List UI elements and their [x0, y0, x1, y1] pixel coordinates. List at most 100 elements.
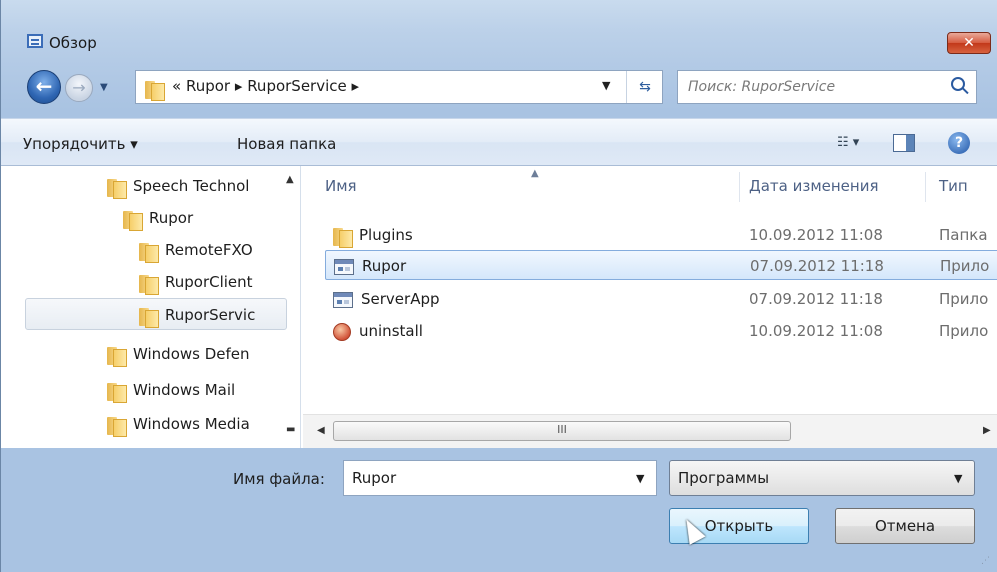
horizontal-scrollbar[interactable]: ◀ III ▶	[303, 414, 997, 448]
scroll-left-icon[interactable]: ◀	[317, 425, 325, 436]
navigation-pane: Speech Technol Rupor RemoteFXO RuporClie…	[1, 166, 301, 448]
column-divider[interactable]	[925, 172, 926, 202]
scroll-up-icon[interactable]: ▲	[286, 174, 294, 185]
folder-icon	[123, 209, 143, 231]
file-type-filter[interactable]: Программы ▼	[669, 460, 975, 496]
tree-item-remotefxo[interactable]: RemoteFXO	[139, 234, 253, 266]
tree-item-label: RemoteFXO	[165, 241, 253, 259]
tree-item-speech-technol[interactable]: Speech Technol	[107, 170, 249, 202]
tree-item-ruporservice[interactable]: RuporServic	[25, 298, 287, 330]
file-name-label: uninstall	[359, 322, 423, 340]
address-dropdown-icon[interactable]: ▼	[602, 79, 610, 92]
preview-pane-icon[interactable]	[893, 134, 915, 152]
tree-item-label: Windows Defen	[133, 345, 250, 363]
file-type: Прило	[939, 322, 989, 340]
command-bar: Упорядочить ▾ Новая папка ☷ ▾ ?	[1, 118, 997, 166]
tree-item-label: Windows Media	[133, 415, 250, 433]
folder-icon	[139, 273, 159, 295]
file-date: 07.09.2012 11:18	[749, 290, 883, 308]
file-name: ServerApp	[333, 284, 440, 314]
sort-ascending-icon: ▲	[531, 168, 539, 179]
file-type: Прило	[939, 290, 989, 308]
recent-pages-dropdown-icon[interactable]: ▼	[100, 82, 108, 93]
browse-dialog: Обзор ✕ ← → ▼ « Rupor ▸ RuporService ▸ ▼…	[0, 0, 997, 572]
file-type: Папка	[939, 226, 988, 244]
tree-item-label: Speech Technol	[133, 177, 250, 195]
cancel-button[interactable]: Отмена	[835, 508, 975, 544]
breadcrumb-item-rupor[interactable]: Rupor	[186, 77, 230, 95]
file-row[interactable]: uninstall 10.09.2012 11:08 Прило	[325, 316, 997, 346]
uninstall-icon	[333, 322, 351, 341]
change-view-button[interactable]: ☷ ▾	[837, 135, 859, 150]
file-date: 10.09.2012 11:08	[749, 322, 883, 340]
search-icon[interactable]	[951, 77, 965, 91]
tree-item-rupor[interactable]: Rupor	[123, 202, 193, 234]
breadcrumb-separator-icon[interactable]: ▸	[235, 77, 243, 95]
application-icon	[334, 258, 354, 275]
organize-label: Упорядочить	[23, 135, 126, 153]
breadcrumb-separator-icon[interactable]: ▸	[352, 77, 360, 95]
file-name-label: Rupor	[362, 257, 407, 275]
breadcrumb-overflow[interactable]: «	[172, 77, 181, 95]
file-list: ▲ Имя Дата изменения Тип Plugins 10.09.2…	[303, 166, 997, 448]
back-button[interactable]: ←	[27, 70, 61, 104]
content-area: Speech Technol Rupor RemoteFXO RuporClie…	[1, 166, 997, 448]
file-name-label: ServerApp	[361, 290, 440, 308]
chevron-down-icon[interactable]: ▼	[636, 472, 644, 485]
new-folder-button[interactable]: Новая папка	[237, 135, 336, 153]
navigation-scrollbar[interactable]: ▲ ▬	[282, 166, 300, 448]
application-icon	[333, 291, 353, 308]
file-date: 07.09.2012 11:18	[750, 257, 884, 275]
tree-item-windows-defender[interactable]: Windows Defen	[107, 338, 250, 370]
folder-icon	[107, 381, 127, 403]
file-date: 10.09.2012 11:08	[749, 226, 883, 244]
scroll-thumb[interactable]: III	[333, 421, 791, 441]
file-name: uninstall	[333, 316, 423, 346]
folder-icon	[139, 241, 159, 263]
folder-icon	[107, 177, 127, 199]
tree-item-label: RuporServic	[165, 306, 256, 324]
file-name: Plugins	[333, 220, 413, 250]
scroll-down-icon[interactable]: ▬	[286, 424, 295, 435]
scroll-right-icon[interactable]: ▶	[983, 425, 991, 436]
file-row-selected[interactable]: Rupor 07.09.2012 11:18 Прило	[325, 250, 997, 280]
file-row[interactable]: Plugins 10.09.2012 11:08 Папка	[325, 220, 997, 250]
tree-item-label: RuporClient	[165, 273, 253, 291]
tree-item-ruporclient[interactable]: RuporClient	[139, 266, 253, 298]
column-divider[interactable]	[739, 172, 740, 202]
folder-icon	[333, 226, 353, 248]
file-type-filter-value: Программы	[678, 469, 770, 487]
folder-icon	[145, 79, 165, 101]
folder-icon	[139, 306, 159, 328]
resize-grip-icon[interactable]: ⋰	[981, 556, 990, 566]
file-row[interactable]: ServerApp 07.09.2012 11:18 Прило	[325, 284, 997, 314]
folder-icon	[107, 415, 127, 437]
tree-item-windows-mail[interactable]: Windows Mail	[107, 374, 235, 406]
search-placeholder: Поиск: RuporService	[688, 79, 836, 95]
title-bar	[1, 0, 997, 34]
tree-item-label: Rupor	[149, 209, 194, 227]
breadcrumb-item-ruporservice[interactable]: RuporService	[247, 77, 347, 95]
forward-button[interactable]: →	[65, 74, 93, 102]
tree-item-windows-media[interactable]: Windows Media	[107, 408, 250, 440]
search-input[interactable]: Поиск: RuporService	[677, 70, 977, 104]
file-type: Прило	[940, 257, 990, 275]
breadcrumb: « Rupor ▸ RuporService ▸	[172, 77, 359, 95]
folder-icon	[107, 345, 127, 367]
file-name: Rupor	[334, 251, 406, 281]
help-icon[interactable]: ?	[948, 132, 970, 154]
chevron-down-icon[interactable]: ▼	[954, 472, 962, 485]
organize-menu-button[interactable]: Упорядочить ▾	[23, 135, 138, 153]
filename-label: Имя файла:	[233, 470, 325, 488]
window-icon	[27, 34, 43, 48]
address-bar[interactable]: « Rupor ▸ RuporService ▸ ▼ ⇆	[135, 70, 663, 104]
column-header-name[interactable]: Имя	[325, 166, 357, 206]
close-button[interactable]: ✕	[947, 32, 991, 54]
window-title: Обзор	[49, 34, 97, 52]
tree-item-label: Windows Mail	[133, 381, 236, 399]
filename-value[interactable]: Rupor	[352, 469, 396, 487]
refresh-button[interactable]: ⇆	[626, 71, 663, 103]
filename-field[interactable]: Rupor ▼	[343, 460, 657, 496]
column-header-type[interactable]: Тип	[939, 166, 968, 206]
column-header-date[interactable]: Дата изменения	[749, 166, 879, 206]
